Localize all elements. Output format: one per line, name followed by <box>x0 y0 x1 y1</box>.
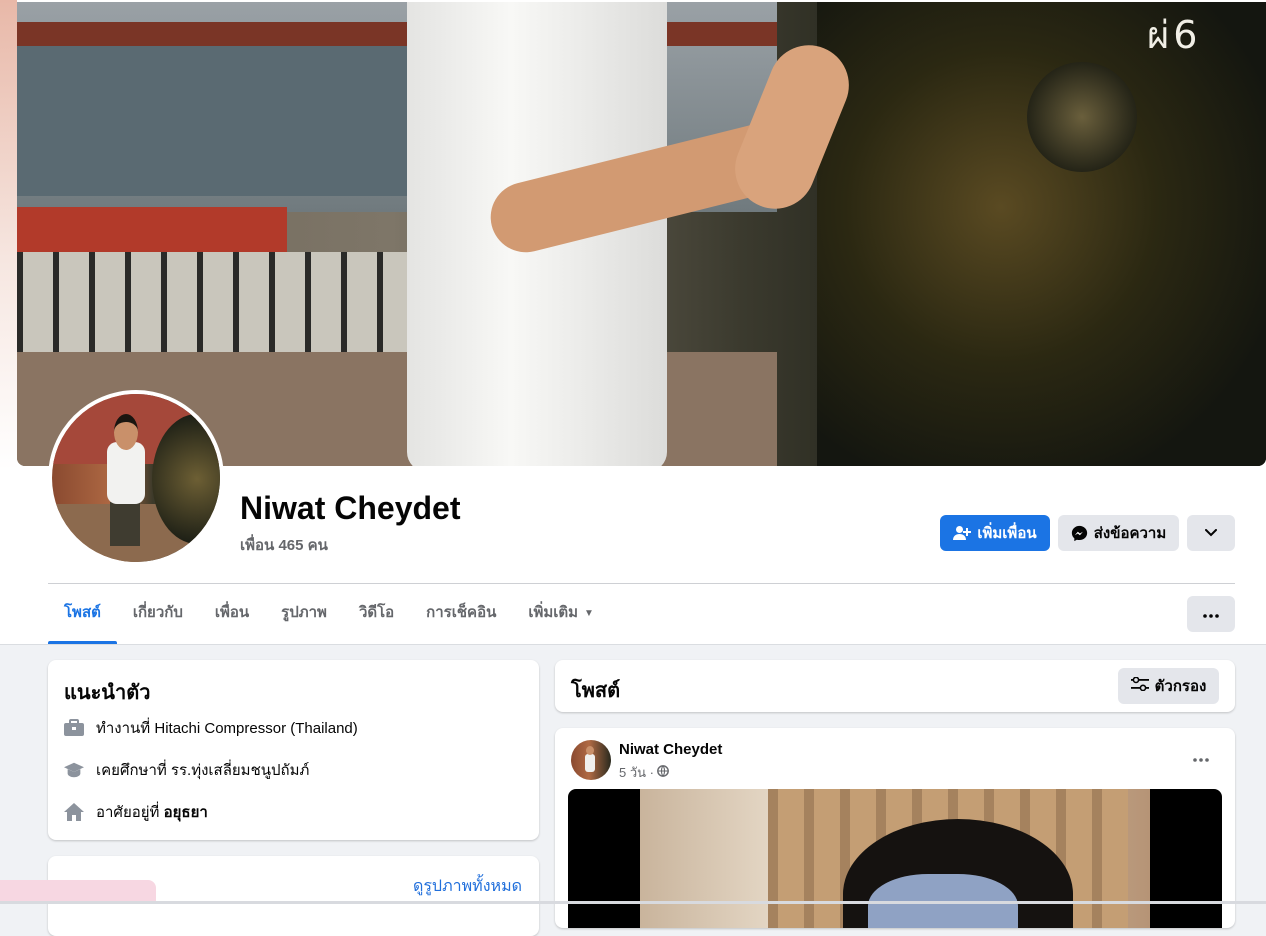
add-friend-button[interactable]: เพิ่มเพื่อน <box>940 515 1050 551</box>
filter-icon <box>1130 676 1149 695</box>
chevron-down-icon <box>1205 529 1217 537</box>
profile-name: Niwat Cheydet <box>240 490 461 526</box>
tab-posts[interactable]: โพสต์ <box>48 590 117 644</box>
tab-friends[interactable]: เพื่อน <box>199 590 265 644</box>
graduation-cap-icon <box>64 760 84 780</box>
home-icon <box>64 802 84 822</box>
post-options-button[interactable] <box>1183 744 1219 772</box>
profile-options-button[interactable] <box>1187 515 1235 551</box>
header-divider <box>48 583 1235 584</box>
post-card: Niwat Cheydet 5 วัน · <box>555 728 1235 928</box>
intro-lives-text: อาศัยอยู่ที่ อยุธยา <box>96 800 208 824</box>
intro-work-text: ทำงานที่ Hitachi Compressor (Thailand) <box>96 720 358 737</box>
profile-tabs: โพสต์ เกี่ยวกับ เพื่อน รูปภาพ วิดีโอ การ… <box>48 590 610 644</box>
briefcase-icon <box>64 718 84 738</box>
intro-title: แนะนำตัว <box>64 682 151 704</box>
friends-count[interactable]: เพื่อน 465 คน <box>240 533 328 557</box>
tab-checkins[interactable]: การเช็คอิน <box>410 590 512 644</box>
post-time[interactable]: 5 วัน · <box>619 762 654 783</box>
cover-sign-text: ผ่6 <box>1147 13 1202 57</box>
messenger-icon <box>1071 525 1088 542</box>
tab-about[interactable]: เกี่ยวกับ <box>117 590 199 644</box>
post-image[interactable] <box>568 789 1222 928</box>
intro-card: แนะนำตัว ทำงานที่ Hitachi Compressor (Th… <box>48 660 539 840</box>
posts-header-card: โพสต์ ตัวกรอง <box>555 660 1235 712</box>
post-meta: 5 วัน · <box>619 762 669 783</box>
post-author-name[interactable]: Niwat Cheydet <box>619 741 722 758</box>
intro-lives: อาศัยอยู่ที่ อยุธยา <box>64 800 208 824</box>
add-friend-icon <box>953 525 972 541</box>
globe-icon <box>657 765 669 780</box>
tab-videos[interactable]: วิดีโอ <box>343 590 410 644</box>
filter-button[interactable]: ตัวกรอง <box>1118 668 1219 704</box>
more-dots-icon <box>1193 749 1209 767</box>
caret-down-icon: ▼ <box>584 608 594 619</box>
filter-label: ตัวกรอง <box>1154 678 1207 695</box>
tab-photos[interactable]: รูปภาพ <box>265 590 343 644</box>
intro-work: ทำงานที่ Hitachi Compressor (Thailand) <box>64 716 358 740</box>
tab-more[interactable]: เพิ่มเติม ▼ <box>512 590 610 644</box>
more-dots-icon <box>1203 605 1219 623</box>
profile-avatar[interactable] <box>48 390 224 566</box>
see-all-photos-link[interactable]: ดูรูปภาพทั้งหมด <box>413 874 522 899</box>
intro-education: เคยศึกษาที่ รร.ทุ่งเสลี่ยมชนูปถัมภ์ <box>64 758 309 782</box>
message-button[interactable]: ส่งข้อความ <box>1058 515 1179 551</box>
tabs-more-options-button[interactable] <box>1187 596 1235 632</box>
posts-title: โพสต์ <box>571 680 621 702</box>
add-friend-label: เพิ่มเพื่อน <box>977 525 1037 542</box>
post-author-avatar[interactable] <box>571 740 611 780</box>
intro-lives-place[interactable]: อยุธยา <box>164 804 208 821</box>
message-label: ส่งข้อความ <box>1093 525 1167 542</box>
left-edge-strip <box>0 0 17 470</box>
tab-more-label: เพิ่มเติม <box>528 604 579 621</box>
intro-lives-prefix: อาศัยอยู่ที่ <box>96 804 164 821</box>
intro-education-text: เคยศึกษาที่ รร.ทุ่งเสลี่ยมชนูปถัมภ์ <box>96 762 310 779</box>
